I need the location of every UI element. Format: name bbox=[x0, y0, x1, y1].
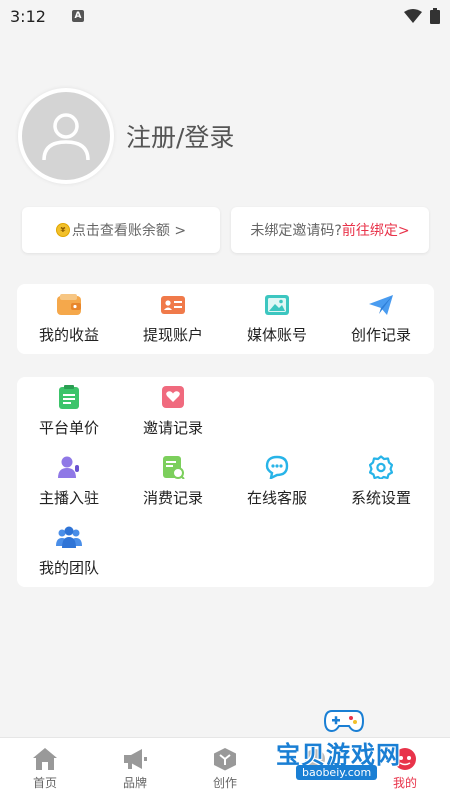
service-row: 我的团队 bbox=[17, 517, 434, 587]
notification-badge-icon: A bbox=[71, 10, 84, 22]
menu-label: 平台单价 bbox=[38, 419, 99, 437]
menu-label: 邀请记录 bbox=[142, 419, 203, 437]
megaphone-icon bbox=[124, 749, 147, 769]
menu-item-creation-records[interactable]: 创作记录 bbox=[329, 284, 433, 354]
site-watermark: 宝贝游戏网 baobeiy.com bbox=[276, 705, 426, 790]
id-card-icon bbox=[161, 296, 185, 314]
balance-card[interactable]: ¥ 点击查看账余额 > bbox=[22, 207, 220, 253]
menu-label: 在线客服 bbox=[246, 489, 307, 507]
coin-icon: ¥ bbox=[55, 223, 70, 237]
invite-card[interactable]: 未绑定邀请码? 前往绑定> bbox=[231, 207, 429, 253]
status-time: 3:12 bbox=[10, 6, 46, 26]
menu-label: 我的收益 bbox=[38, 326, 99, 344]
invite-bind-link[interactable]: 前往绑定> bbox=[342, 220, 410, 240]
team-icon bbox=[56, 526, 82, 548]
wallet-icon bbox=[57, 294, 81, 315]
menu-item-customer-service[interactable]: 在线客服 bbox=[225, 447, 329, 517]
menu-label: 系统设置 bbox=[350, 489, 411, 507]
promo-row: ¥ 点击查看账余额 > 未绑定邀请码? 前往绑定> bbox=[22, 207, 429, 253]
menu-label: 消费记录 bbox=[142, 489, 203, 507]
service-menu-card: 平台单价 邀请记录 主播入驻 消费记录 在线客服 系统设置 我的团队 bbox=[17, 377, 434, 587]
clipboard-icon bbox=[59, 385, 79, 409]
menu-label: 创作记录 bbox=[350, 326, 411, 344]
nav-item-brand[interactable]: 品牌 bbox=[90, 738, 180, 800]
quick-menu-card: 我的收益 提现账户 媒体账号 创作记录 bbox=[17, 284, 434, 354]
avatar[interactable] bbox=[18, 88, 114, 184]
streamer-icon bbox=[58, 456, 79, 478]
menu-item-system-settings[interactable]: 系统设置 bbox=[329, 447, 433, 517]
menu-label: 提现账户 bbox=[142, 326, 203, 344]
cube-icon bbox=[214, 748, 236, 771]
menu-label: 我的团队 bbox=[38, 559, 99, 577]
balance-text: 点击查看账余额 > bbox=[71, 223, 187, 239]
gear-icon bbox=[369, 455, 393, 479]
service-row: 主播入驻 消费记录 在线客服 系统设置 bbox=[17, 447, 434, 517]
nav-label: 创作 bbox=[212, 776, 237, 790]
profile-header: 注册/登录 bbox=[18, 88, 234, 184]
menu-label: 主播入驻 bbox=[38, 489, 99, 507]
menu-item-withdraw-account[interactable]: 提现账户 bbox=[121, 284, 225, 354]
nav-item-home[interactable]: 首页 bbox=[0, 738, 90, 800]
status-bar: 3:12 A bbox=[0, 0, 450, 32]
service-row: 平台单价 邀请记录 bbox=[17, 377, 434, 447]
chat-icon bbox=[265, 455, 289, 479]
send-icon bbox=[369, 295, 393, 315]
menu-label: 媒体账号 bbox=[246, 326, 307, 344]
nav-label: 品牌 bbox=[122, 776, 147, 790]
gamepad-icon bbox=[324, 710, 364, 733]
invite-prompt: 未绑定邀请码? bbox=[250, 223, 342, 239]
menu-item-platform-price[interactable]: 平台单价 bbox=[17, 377, 121, 447]
battery-icon bbox=[430, 8, 440, 24]
heart-envelope-icon bbox=[162, 386, 184, 408]
menu-item-streamer-join[interactable]: 主播入驻 bbox=[17, 447, 121, 517]
default-user-icon bbox=[42, 113, 90, 161]
nav-label: 首页 bbox=[32, 776, 57, 790]
home-icon bbox=[33, 748, 57, 770]
receipt-icon bbox=[163, 456, 185, 479]
status-icons bbox=[404, 8, 440, 24]
login-register-link[interactable]: 注册/登录 bbox=[126, 118, 234, 154]
nav-item-create[interactable]: 创作 bbox=[180, 738, 270, 800]
image-icon bbox=[265, 295, 289, 315]
menu-item-invite-records[interactable]: 邀请记录 bbox=[121, 377, 225, 447]
menu-item-earnings[interactable]: 我的收益 bbox=[17, 284, 121, 354]
watermark-url: baobeiy.com bbox=[296, 765, 378, 780]
menu-item-spending-records[interactable]: 消费记录 bbox=[121, 447, 225, 517]
wifi-icon bbox=[404, 9, 422, 23]
menu-item-media-account[interactable]: 媒体账号 bbox=[225, 284, 329, 354]
menu-item-my-team[interactable]: 我的团队 bbox=[17, 517, 121, 587]
